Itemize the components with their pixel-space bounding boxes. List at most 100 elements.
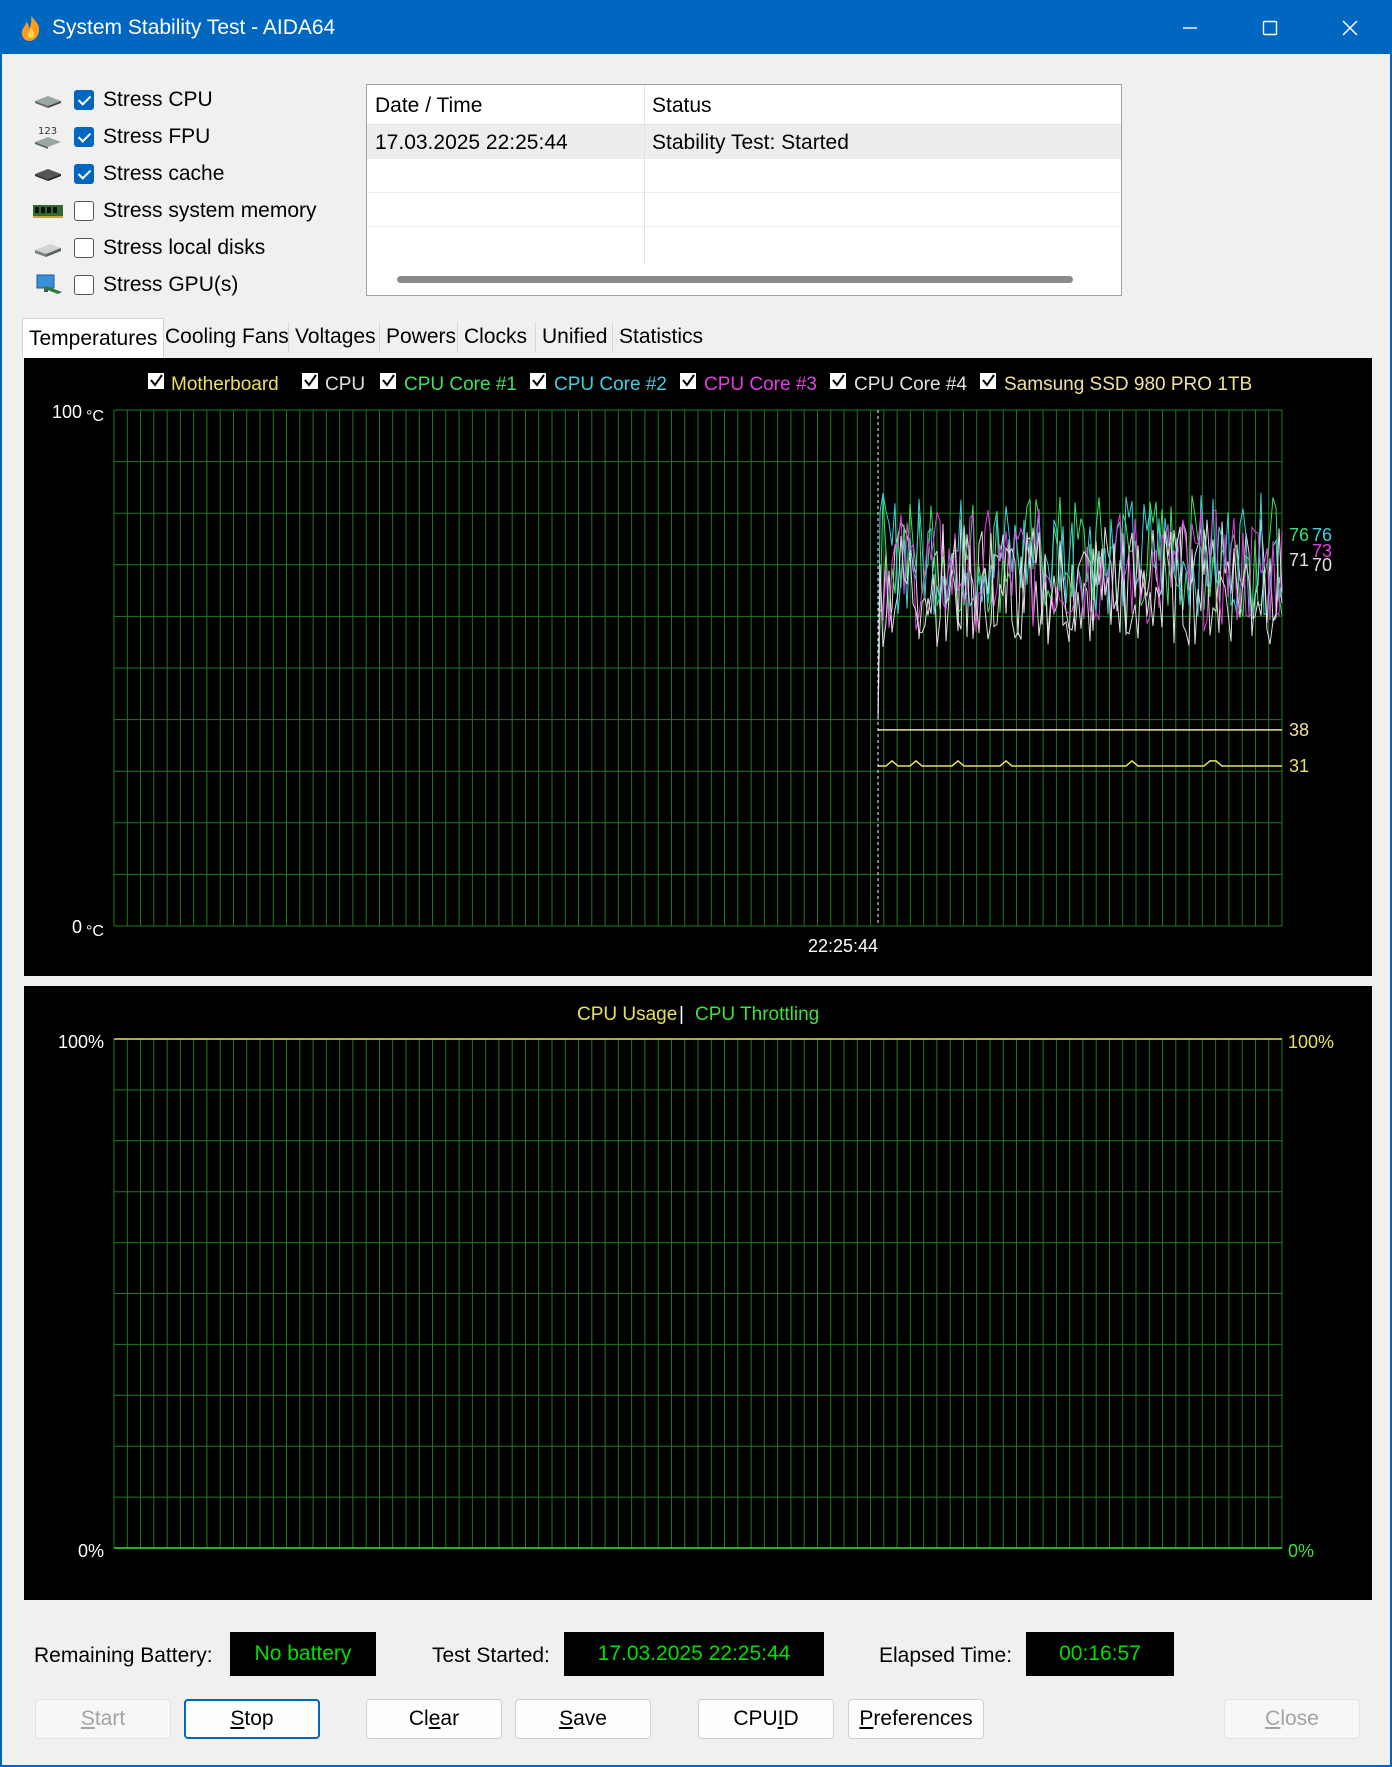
tab-unified[interactable]: Unified xyxy=(536,320,613,354)
temperature-chart: Motherboard CPU CPU Core #1 CPU Core #2 … xyxy=(52,373,1332,956)
cpuid-button[interactable]: CPU I D xyxy=(698,1699,834,1739)
temperature-legend: Motherboard CPU CPU Core #1 CPU Core #2 … xyxy=(148,373,1252,395)
svg-text:123: 123 xyxy=(38,126,57,137)
disk-drive-icon xyxy=(35,244,61,257)
x-axis-time-label: 22:25:44 xyxy=(808,936,878,956)
stress-gpu-label: Stress GPU(s) xyxy=(103,273,239,296)
stress-gpu-option[interactable]: Stress GPU(s) xyxy=(32,268,238,302)
gpu-monitor-icon xyxy=(36,274,62,294)
temperature-series xyxy=(877,492,1283,767)
stress-memory-option[interactable]: Stress system memory xyxy=(32,194,317,228)
legend-cpu-core-4[interactable]: CPU Core #4 xyxy=(830,373,967,395)
stop-button[interactable]: Stop xyxy=(184,1699,320,1739)
series-line-0 xyxy=(878,759,1282,767)
log-header: Date / Time Status xyxy=(367,85,1121,125)
tab-cooling-fans[interactable]: Cooling Fans xyxy=(159,320,295,354)
right-axis-max-label: 100% xyxy=(1288,1032,1334,1052)
log-row-empty xyxy=(367,159,1121,193)
tab-powers[interactable]: Powers xyxy=(380,320,462,354)
minimize-button[interactable] xyxy=(1150,2,1230,54)
legend-cpu-core-4-label: CPU Core #4 xyxy=(854,374,967,395)
cache-chip-icon xyxy=(35,169,61,181)
left-axis-min-label: 0% xyxy=(78,1541,104,1561)
legend-cpu[interactable]: CPU xyxy=(302,373,365,395)
save-button[interactable]: Save xyxy=(515,1699,651,1739)
remaining-battery-value: No battery xyxy=(230,1632,376,1676)
close-icon xyxy=(1342,20,1358,36)
stress-cpu-option[interactable]: Stress CPU xyxy=(32,83,213,117)
legend-cpu-throttling: CPU Throttling xyxy=(695,1004,819,1025)
maximize-icon xyxy=(1262,20,1278,36)
memory-module-icon xyxy=(33,205,63,218)
preferences-button[interactable]: Preferences xyxy=(848,1699,984,1739)
stress-cpu-checkbox[interactable] xyxy=(74,90,94,110)
clear-button[interactable]: Cl e ar xyxy=(366,1699,502,1739)
stress-disks-option[interactable]: Stress local disks xyxy=(32,231,265,265)
log-row-datetime: 17.03.2025 22:25:44 xyxy=(375,131,568,154)
log-row-status: Stability Test: Started xyxy=(652,131,849,154)
tab-clocks[interactable]: Clocks xyxy=(458,320,533,354)
legend-cpu-core-1[interactable]: CPU Core #1 xyxy=(380,373,517,395)
legend-motherboard-label: Motherboard xyxy=(171,374,279,395)
close-window-button[interactable] xyxy=(1310,2,1390,54)
legend-motherboard[interactable]: Motherboard xyxy=(148,373,279,395)
legend-cpu-label: CPU xyxy=(325,374,365,395)
column-header-status[interactable]: Status xyxy=(652,94,712,118)
log-row-empty xyxy=(367,227,1121,261)
legend-cpu-core-3-label: CPU Core #3 xyxy=(704,374,817,395)
close-button[interactable]: Close xyxy=(1224,1699,1360,1739)
stress-cpu-label: Stress CPU xyxy=(103,88,213,111)
fpu-123-icon: 123 xyxy=(35,126,61,149)
cpu-chip-icon xyxy=(35,96,61,108)
start-button[interactable]: Start xyxy=(35,1699,171,1739)
right-axis-min-label: 0% xyxy=(1288,1541,1314,1561)
test-started-label: Test Started: xyxy=(432,1644,550,1667)
y-axis-max-unit: °C xyxy=(86,408,104,425)
log-row-empty xyxy=(367,193,1121,227)
legend-separator: | xyxy=(679,1004,684,1025)
temperature-grid xyxy=(113,409,1283,927)
remaining-battery-label: Remaining Battery: xyxy=(34,1644,213,1667)
elapsed-time-label: Elapsed Time: xyxy=(879,1644,1013,1667)
status-log-table[interactable]: Date / Time Status 17.03.2025 22:25:44 S… xyxy=(366,84,1122,296)
tab-statistics[interactable]: Statistics xyxy=(613,320,709,354)
legend-cpu-core-2[interactable]: CPU Core #2 xyxy=(530,373,667,395)
elapsed-time-value: 00:16:57 xyxy=(1026,1632,1174,1676)
window-title: System Stability Test - AIDA64 xyxy=(52,16,336,39)
tab-voltages[interactable]: Voltages xyxy=(289,320,382,354)
tab-temperatures[interactable]: Temperatures xyxy=(22,318,165,358)
usage-grid xyxy=(113,1038,1283,1549)
legend-ssd-label: Samsung SSD 980 PRO 1TB xyxy=(1004,374,1252,395)
left-axis-max-label: 100% xyxy=(58,1032,104,1052)
stress-disks-label: Stress local disks xyxy=(103,236,266,259)
title-bar[interactable]: System Stability Test - AIDA64 xyxy=(2,2,1390,54)
y-axis-max-label: 100 xyxy=(52,402,82,422)
flame-icon xyxy=(21,15,40,41)
core4-end-value: 70 xyxy=(1312,555,1332,575)
maximize-button[interactable] xyxy=(1230,2,1310,54)
column-header-datetime[interactable]: Date / Time xyxy=(375,94,482,118)
temperature-chart-panel: Motherboard CPU CPU Core #1 CPU Core #2 … xyxy=(24,358,1372,976)
motherboard-end-value: 31 xyxy=(1289,756,1309,776)
stress-memory-label: Stress system memory xyxy=(103,199,317,222)
legend-cpu-usage: CPU Usage xyxy=(577,1004,677,1025)
core1-end-value: 76 xyxy=(1289,525,1309,545)
legend-ssd[interactable]: Samsung SSD 980 PRO 1TB xyxy=(980,373,1252,395)
stress-fpu-option[interactable]: 123 Stress FPU xyxy=(32,120,210,154)
ssd-end-value: 38 xyxy=(1289,720,1309,740)
stress-fpu-checkbox[interactable] xyxy=(74,127,94,147)
y-axis-min-unit: °C xyxy=(86,923,104,940)
stress-cache-option[interactable]: Stress cache xyxy=(32,157,224,191)
log-row[interactable]: 17.03.2025 22:25:44 Stability Test: Star… xyxy=(367,125,1121,159)
stress-disks-checkbox[interactable] xyxy=(74,238,94,258)
horizontal-scrollbar[interactable] xyxy=(397,276,1073,283)
stress-fpu-label: Stress FPU xyxy=(103,125,211,148)
stress-cache-label: Stress cache xyxy=(103,162,225,185)
y-axis-min-label: 0 xyxy=(72,917,82,937)
stress-cache-checkbox[interactable] xyxy=(74,164,94,184)
stress-gpu-checkbox[interactable] xyxy=(74,275,94,295)
stress-memory-checkbox[interactable] xyxy=(74,201,94,221)
aida64-window: System Stability Test - AIDA64 Stress CP… xyxy=(0,0,1392,1767)
legend-cpu-core-1-label: CPU Core #1 xyxy=(404,374,517,395)
legend-cpu-core-3[interactable]: CPU Core #3 xyxy=(680,373,817,395)
